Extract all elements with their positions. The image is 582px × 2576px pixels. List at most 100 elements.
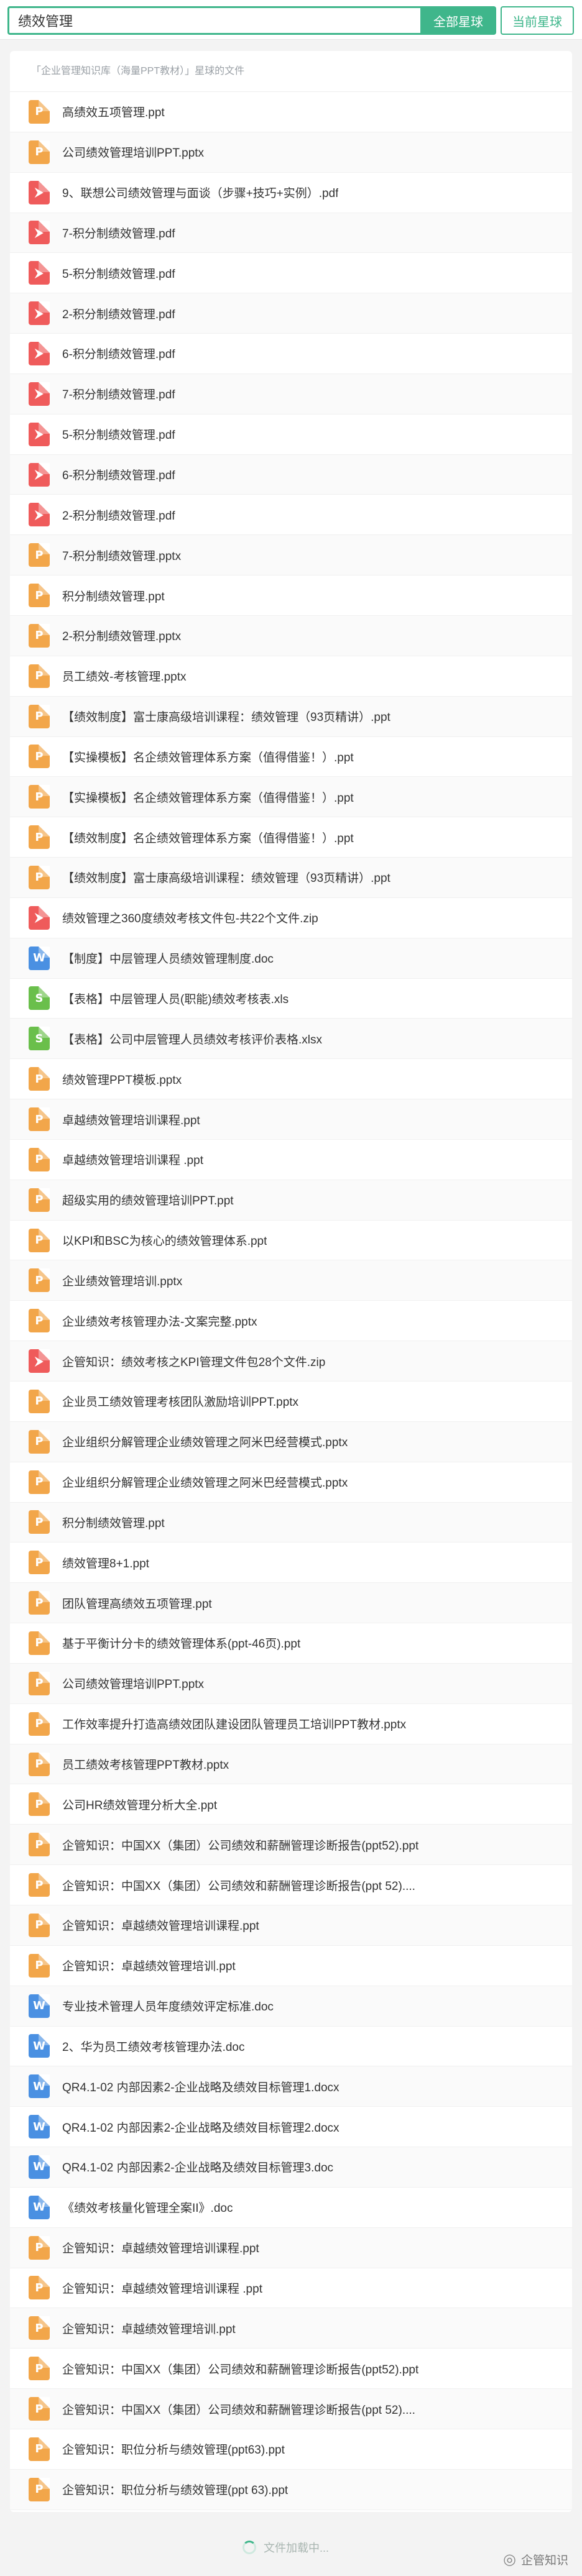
- file-name[interactable]: 企业绩效考核管理办法-文案完整.pptx: [62, 1313, 257, 1329]
- file-name[interactable]: 6-积分制绩效管理.pdf: [62, 345, 175, 362]
- file-list-item[interactable]: P 积分制绩效管理.ppt: [10, 575, 572, 616]
- file-name[interactable]: 企管知识：中国XX（集团）公司绩效和薪酬管理诊断报告(ppt 52)....: [62, 2401, 415, 2418]
- file-list-item[interactable]: P 员工绩效考核管理PPT教材.pptx: [10, 1744, 572, 1785]
- file-name[interactable]: 9、联想公司绩效管理与面谈（步骤+技巧+实例）.pdf: [62, 184, 338, 201]
- file-list-item[interactable]: W QR4.1-02 内部因素2-企业战略及绩效目标管理1.docx: [10, 2066, 572, 2107]
- file-list-item[interactable]: P 超级实用的绩效管理培训PPT.ppt: [10, 1180, 572, 1221]
- all-planets-button[interactable]: 全部星球: [420, 6, 496, 35]
- file-name[interactable]: 积分制绩效管理.ppt: [62, 1514, 165, 1531]
- file-name[interactable]: QR4.1-02 内部因素2-企业战略及绩效目标管理1.docx: [62, 2078, 340, 2095]
- file-list-item[interactable]: P 高绩效五项管理.ppt: [10, 92, 572, 132]
- file-name[interactable]: 企管知识：职位分析与绩效管理(ppt63).ppt: [62, 2441, 285, 2457]
- file-name[interactable]: 【表格】公司中层管理人员绩效考核评价表格.xlsx: [62, 1030, 322, 1047]
- file-list-item[interactable]: P 企管知识：职位分析与绩效管理(ppt63).ppt: [10, 2429, 572, 2470]
- file-list-item[interactable]: P 员工绩效-考核管理.pptx: [10, 656, 572, 697]
- file-list-item[interactable]: W 专业技术管理人员年度绩效评定标准.doc: [10, 1986, 572, 2027]
- file-list-item[interactable]: ⮞ 7-积分制绩效管理.pdf: [10, 213, 572, 254]
- file-list-item[interactable]: P 企管知识：中国XX（集团）公司绩效和薪酬管理诊断报告(ppt52).ppt: [10, 1825, 572, 1866]
- file-list-item[interactable]: P 工作效率提升打造高绩效团队建设团队管理员工培训PPT教材.pptx: [10, 1704, 572, 1744]
- file-list-item[interactable]: P 卓越绩效管理培训课程 .ppt: [10, 1140, 572, 1180]
- file-name[interactable]: 【实操模板】名企绩效管理体系方案（值得借鉴！）.ppt: [62, 748, 354, 765]
- file-list-item[interactable]: P 绩效管理8+1.ppt: [10, 1542, 572, 1584]
- file-list-item[interactable]: P 公司绩效管理培训PPT.pptx: [10, 132, 572, 173]
- file-name[interactable]: 企业员工绩效管理考核团队激励培训PPT.pptx: [62, 1393, 298, 1409]
- file-list-item[interactable]: P 企业绩效考核管理办法-文案完整.pptx: [10, 1301, 572, 1342]
- file-name[interactable]: 企管知识：中国XX（集团）公司绩效和薪酬管理诊断报告(ppt52).ppt: [62, 1836, 418, 1853]
- file-list-item[interactable]: W 《绩效考核量化管理全案II》.doc: [10, 2188, 572, 2228]
- file-list-item[interactable]: P 2-积分制绩效管理.pptx: [10, 615, 572, 656]
- file-list-item[interactable]: P 卓越绩效管理培训课程.ppt: [10, 1099, 572, 1140]
- file-list-item[interactable]: P 企业组织分解管理企业绩效管理之阿米巴经营模式.pptx: [10, 1462, 572, 1503]
- file-list-item[interactable]: ⮞ 2-积分制绩效管理.pdf: [10, 293, 572, 334]
- file-name[interactable]: 团队管理高绩效五项管理.ppt: [62, 1595, 212, 1611]
- file-list-item[interactable]: ⮞ 7-积分制绩效管理.pdf: [10, 374, 572, 415]
- file-name[interactable]: 企管知识：职位分析与绩效管理(ppt 63).ppt: [62, 2481, 288, 2498]
- file-list-item[interactable]: P 【实操模板】名企绩效管理体系方案（值得借鉴！）.ppt: [10, 737, 572, 777]
- file-list-item[interactable]: ⮞ 绩效管理之360度绩效考核文件包-共22个文件.zip: [10, 898, 572, 938]
- file-name[interactable]: 以KPI和BSC为核心的绩效管理体系.ppt: [62, 1232, 267, 1249]
- file-name[interactable]: 卓越绩效管理培训课程 .ppt: [62, 1151, 203, 1168]
- file-list-item[interactable]: ⮞ 9、联想公司绩效管理与面谈（步骤+技巧+实例）.pdf: [10, 173, 572, 213]
- file-name[interactable]: 【实操模板】名企绩效管理体系方案（值得借鉴！）.ppt: [62, 789, 354, 805]
- file-name[interactable]: 专业技术管理人员年度绩效评定标准.doc: [62, 1997, 274, 2014]
- file-name[interactable]: 绩效管理8+1.ppt: [62, 1554, 149, 1571]
- file-list-item[interactable]: P 【绩效制度】名企绩效管理体系方案（值得借鉴！）.ppt: [10, 817, 572, 858]
- file-name[interactable]: QR4.1-02 内部因素2-企业战略及绩效目标管理3.doc: [62, 2158, 333, 2175]
- file-name[interactable]: 企管知识：中国XX（集团）公司绩效和薪酬管理诊断报告(ppt52).ppt: [62, 2360, 418, 2377]
- file-list-item[interactable]: P 企管知识：中国XX（集团）公司绩效和薪酬管理诊断报告(ppt 52)....: [10, 1865, 572, 1905]
- file-name[interactable]: 2-积分制绩效管理.pdf: [62, 506, 175, 523]
- file-list-item[interactable]: P 企管知识：中国XX（集团）公司绩效和薪酬管理诊断报告(ppt 52)....: [10, 2389, 572, 2429]
- file-list-item[interactable]: P 基于平衡计分卡的绩效管理体系(ppt-46页).ppt: [10, 1623, 572, 1664]
- file-list-item[interactable]: ⮞ 5-积分制绩效管理.pdf: [10, 253, 572, 294]
- file-name[interactable]: 企管知识：绩效考核之KPI管理文件包28个文件.zip: [62, 1353, 325, 1370]
- file-name[interactable]: 企业组织分解管理企业绩效管理之阿米巴经营模式.pptx: [62, 1433, 348, 1450]
- file-list-item[interactable]: P 绩效管理PPT模板.pptx: [10, 1059, 572, 1100]
- file-name[interactable]: 【制度】中层管理人员绩效管理制度.doc: [62, 950, 274, 966]
- file-list-item[interactable]: P 以KPI和BSC为核心的绩效管理体系.ppt: [10, 1221, 572, 1261]
- file-name[interactable]: 企管知识：卓越绩效管理培训.ppt: [62, 2320, 236, 2337]
- file-name[interactable]: 超级实用的绩效管理培训PPT.ppt: [62, 1191, 234, 1208]
- file-list-item[interactable]: P 【实操模板】名企绩效管理体系方案（值得借鉴！）.ppt: [10, 777, 572, 818]
- file-name[interactable]: 6-积分制绩效管理.pdf: [62, 466, 175, 483]
- file-name[interactable]: 2-积分制绩效管理.pptx: [62, 627, 181, 644]
- file-list-item[interactable]: W 【制度】中层管理人员绩效管理制度.doc: [10, 938, 572, 979]
- file-list-item[interactable]: W QR4.1-02 内部因素2-企业战略及绩效目标管理3.doc: [10, 2147, 572, 2188]
- file-list-item[interactable]: ⮞ 6-积分制绩效管理.pdf: [10, 334, 572, 374]
- file-list-item[interactable]: P 公司绩效管理培训PPT.pptx: [10, 1663, 572, 1704]
- file-name[interactable]: 企管知识：卓越绩效管理培训课程.ppt: [62, 2239, 259, 2256]
- file-name[interactable]: 2-积分制绩效管理.pdf: [62, 305, 175, 322]
- file-name[interactable]: 7-积分制绩效管理.pdf: [62, 385, 175, 402]
- file-name[interactable]: 卓越绩效管理培训课程.ppt: [62, 1111, 200, 1128]
- file-list-item[interactable]: P 企管知识：职位分析与绩效管理(ppt 63).ppt: [10, 2469, 572, 2510]
- file-name[interactable]: 基于平衡计分卡的绩效管理体系(ppt-46页).ppt: [62, 1634, 300, 1651]
- file-list-item[interactable]: P 企管知识：卓越绩效管理培训课程.ppt: [10, 2227, 572, 2268]
- file-name[interactable]: 企业绩效管理培训.pptx: [62, 1272, 182, 1289]
- file-list-item[interactable]: S 【表格】公司中层管理人员绩效考核评价表格.xlsx: [10, 1019, 572, 1060]
- file-list-item[interactable]: P 企管知识：卓越绩效管理培训.ppt: [10, 1946, 572, 1986]
- file-name[interactable]: 积分制绩效管理.ppt: [62, 587, 165, 604]
- file-list-item[interactable]: P 公司HR绩效管理分析大全.ppt: [10, 1784, 572, 1825]
- file-name[interactable]: 员工绩效考核管理PPT教材.pptx: [62, 1756, 229, 1772]
- file-name[interactable]: 【绩效制度】富士康高级培训课程：绩效管理（93页精讲）.ppt: [62, 708, 390, 725]
- file-name[interactable]: 企业组织分解管理企业绩效管理之阿米巴经营模式.pptx: [62, 1474, 348, 1490]
- file-list-item[interactable]: P 企管知识：卓越绩效管理培训课程.ppt: [10, 1905, 572, 1946]
- file-name[interactable]: 高绩效五项管理.ppt: [62, 103, 165, 120]
- file-list-item[interactable]: ⮞ 企管知识：绩效考核之KPI管理文件包28个文件.zip: [10, 1341, 572, 1382]
- file-name[interactable]: 绩效管理之360度绩效考核文件包-共22个文件.zip: [62, 909, 318, 926]
- file-list-item[interactable]: ⮞ 2-积分制绩效管理.pdf: [10, 495, 572, 536]
- file-list-item[interactable]: P 【绩效制度】富士康高级培训课程：绩效管理（93页精讲）.ppt: [10, 858, 572, 898]
- file-name[interactable]: 工作效率提升打造高绩效团队建设团队管理员工培训PPT教材.pptx: [62, 1715, 406, 1732]
- file-name[interactable]: 5-积分制绩效管理.pdf: [62, 426, 175, 442]
- file-list-item[interactable]: P 积分制绩效管理.ppt: [10, 1502, 572, 1543]
- file-name[interactable]: 【绩效制度】名企绩效管理体系方案（值得借鉴！）.ppt: [62, 829, 354, 846]
- file-list-item[interactable]: W 2、华为员工绩效考核管理办法.doc: [10, 2027, 572, 2067]
- file-name[interactable]: 企管知识：卓越绩效管理培训课程.ppt: [62, 1917, 259, 1933]
- file-list-item[interactable]: S 【表格】中层管理人员(职能)绩效考核表.xls: [10, 979, 572, 1019]
- file-list-item[interactable]: P 企业绩效管理培训.pptx: [10, 1260, 572, 1301]
- file-name[interactable]: 绩效管理PPT模板.pptx: [62, 1071, 182, 1088]
- file-list-item[interactable]: ⮞ 6-积分制绩效管理.pdf: [10, 454, 572, 495]
- file-name[interactable]: 2、华为员工绩效考核管理办法.doc: [62, 2038, 244, 2055]
- search-input[interactable]: [7, 6, 423, 35]
- file-list-item[interactable]: P 7-积分制绩效管理.pptx: [10, 535, 572, 576]
- file-name[interactable]: 员工绩效-考核管理.pptx: [62, 667, 187, 684]
